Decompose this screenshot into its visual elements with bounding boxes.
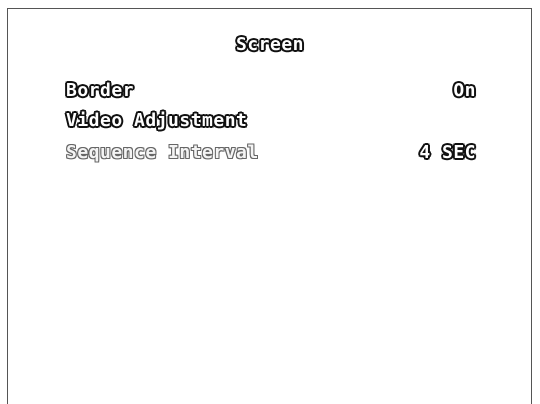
menu-item-label: Sequence Interval <box>66 142 259 163</box>
menu-title: Screen <box>235 34 305 55</box>
menu-item-value: On <box>453 80 476 101</box>
osd-screen <box>7 8 532 404</box>
menu-item-video-adjustment[interactable]: Video Adjustment <box>66 110 476 134</box>
menu-item-value: 4 SEC <box>419 142 476 163</box>
menu-item-label: Video Adjustment <box>66 110 248 131</box>
menu-item-sequence-interval[interactable]: Sequence Interval 4 SEC <box>66 142 476 166</box>
menu-item-border[interactable]: Border On <box>66 80 476 104</box>
menu-item-label: Border <box>66 80 135 101</box>
